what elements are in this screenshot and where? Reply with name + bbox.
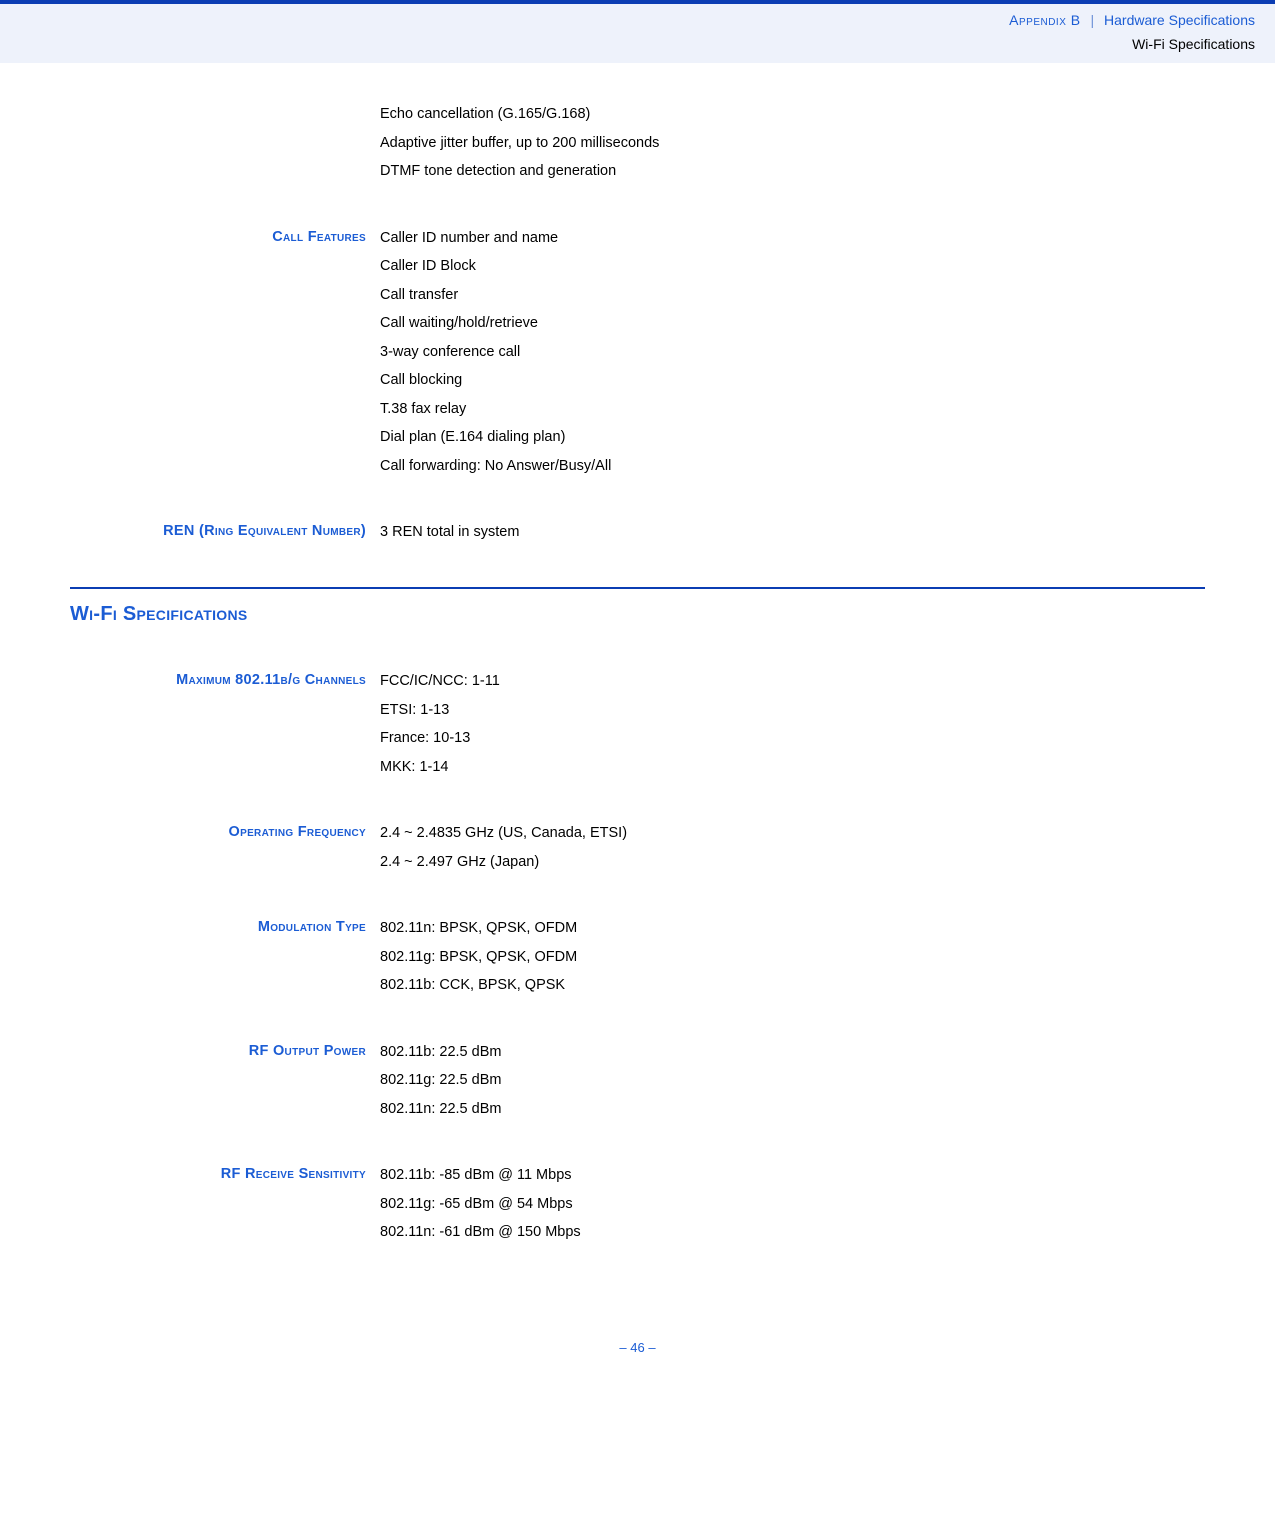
spec-row-call-features: Call Features Caller ID number and name …	[70, 227, 1205, 483]
chapter-title: Hardware Specifications	[1104, 12, 1255, 28]
intro-values: Echo cancellation (G.165/G.168) Adaptive…	[380, 103, 1205, 188]
spec-line: 2.4 ~ 2.497 GHz (Japan)	[380, 851, 1205, 873]
spec-line: 802.11b: 22.5 dBm	[380, 1041, 1205, 1063]
spec-line: Dial plan (E.164 dialing plan)	[380, 426, 1205, 448]
spec-label: Maximum 802.11b/g Channels	[70, 670, 380, 690]
spec-row-modulation: Modulation Type 802.11n: BPSK, QPSK, OFD…	[70, 917, 1205, 1002]
header-separator: |	[1091, 12, 1095, 28]
spec-row-rf-sensitivity: RF Receive Sensitivity 802.11b: -85 dBm …	[70, 1164, 1205, 1249]
page-number: – 46 –	[619, 1340, 655, 1355]
spec-label: Modulation Type	[70, 917, 380, 937]
page-footer: – 46 –	[0, 1338, 1275, 1378]
section-divider	[70, 587, 1205, 589]
spec-line: 802.11b: -85 dBm @ 11 Mbps	[380, 1164, 1205, 1186]
spec-line: Call blocking	[380, 369, 1205, 391]
spec-row-channels: Maximum 802.11b/g Channels FCC/IC/NCC: 1…	[70, 670, 1205, 784]
spec-values: 802.11b: -85 dBm @ 11 Mbps 802.11g: -65 …	[380, 1164, 1205, 1249]
appendix-label: Appendix B	[1009, 12, 1080, 28]
spec-line: 2.4 ~ 2.4835 GHz (US, Canada, ETSI)	[380, 822, 1205, 844]
spec-values: FCC/IC/NCC: 1-11 ETSI: 1-13 France: 10-1…	[380, 670, 1205, 784]
spec-line: MKK: 1-14	[380, 756, 1205, 778]
spec-values: Caller ID number and name Caller ID Bloc…	[380, 227, 1205, 483]
spec-values: 802.11n: BPSK, QPSK, OFDM 802.11g: BPSK,…	[380, 917, 1205, 1002]
spec-line: DTMF tone detection and generation	[380, 160, 1205, 182]
page-body: Echo cancellation (G.165/G.168) Adaptive…	[0, 63, 1275, 1307]
spec-line: 802.11n: -61 dBm @ 150 Mbps	[380, 1221, 1205, 1243]
section-title-wifi: Wi-Fi Specifications	[70, 599, 1205, 630]
page-header: Appendix B | Hardware Specifications Wi-…	[0, 0, 1275, 63]
spec-line: France: 10-13	[380, 727, 1205, 749]
spec-line: T.38 fax relay	[380, 398, 1205, 420]
spec-row-rf-output: RF Output Power 802.11b: 22.5 dBm 802.11…	[70, 1041, 1205, 1126]
spec-line: Caller ID number and name	[380, 227, 1205, 249]
spec-label: Operating Frequency	[70, 822, 380, 842]
spec-label: RF Receive Sensitivity	[70, 1164, 380, 1184]
spec-line: Adaptive jitter buffer, up to 200 millis…	[380, 132, 1205, 154]
spec-row-frequency: Operating Frequency 2.4 ~ 2.4835 GHz (US…	[70, 822, 1205, 879]
spec-line: ETSI: 1-13	[380, 699, 1205, 721]
spec-line: FCC/IC/NCC: 1-11	[380, 670, 1205, 692]
spec-line: 802.11n: 22.5 dBm	[380, 1098, 1205, 1120]
spec-line: Call forwarding: No Answer/Busy/All	[380, 455, 1205, 477]
spec-values: 802.11b: 22.5 dBm 802.11g: 22.5 dBm 802.…	[380, 1041, 1205, 1126]
spec-line: 802.11b: CCK, BPSK, QPSK	[380, 974, 1205, 996]
spec-line: 802.11n: BPSK, QPSK, OFDM	[380, 917, 1205, 939]
spec-label: REN (Ring Equivalent Number)	[70, 521, 380, 541]
spec-values: 3 REN total in system	[380, 521, 1205, 549]
intro-row: Echo cancellation (G.165/G.168) Adaptive…	[70, 103, 1205, 188]
spec-line: Call transfer	[380, 284, 1205, 306]
header-line-1: Appendix B | Hardware Specifications	[20, 10, 1255, 32]
spec-line: Echo cancellation (G.165/G.168)	[380, 103, 1205, 125]
spec-line: 802.11g: -65 dBm @ 54 Mbps	[380, 1193, 1205, 1215]
spec-row-ren: REN (Ring Equivalent Number) 3 REN total…	[70, 521, 1205, 549]
spec-label: RF Output Power	[70, 1041, 380, 1061]
spec-line: 802.11g: 22.5 dBm	[380, 1069, 1205, 1091]
spec-line: Caller ID Block	[380, 255, 1205, 277]
header-subtitle: Wi-Fi Specifications	[20, 34, 1255, 56]
spec-line: Call waiting/hold/retrieve	[380, 312, 1205, 334]
spec-line: 802.11g: BPSK, QPSK, OFDM	[380, 946, 1205, 968]
spec-line: 3 REN total in system	[380, 521, 1205, 543]
spec-values: 2.4 ~ 2.4835 GHz (US, Canada, ETSI) 2.4 …	[380, 822, 1205, 879]
spec-label: Call Features	[70, 227, 380, 247]
spec-line: 3-way conference call	[380, 341, 1205, 363]
